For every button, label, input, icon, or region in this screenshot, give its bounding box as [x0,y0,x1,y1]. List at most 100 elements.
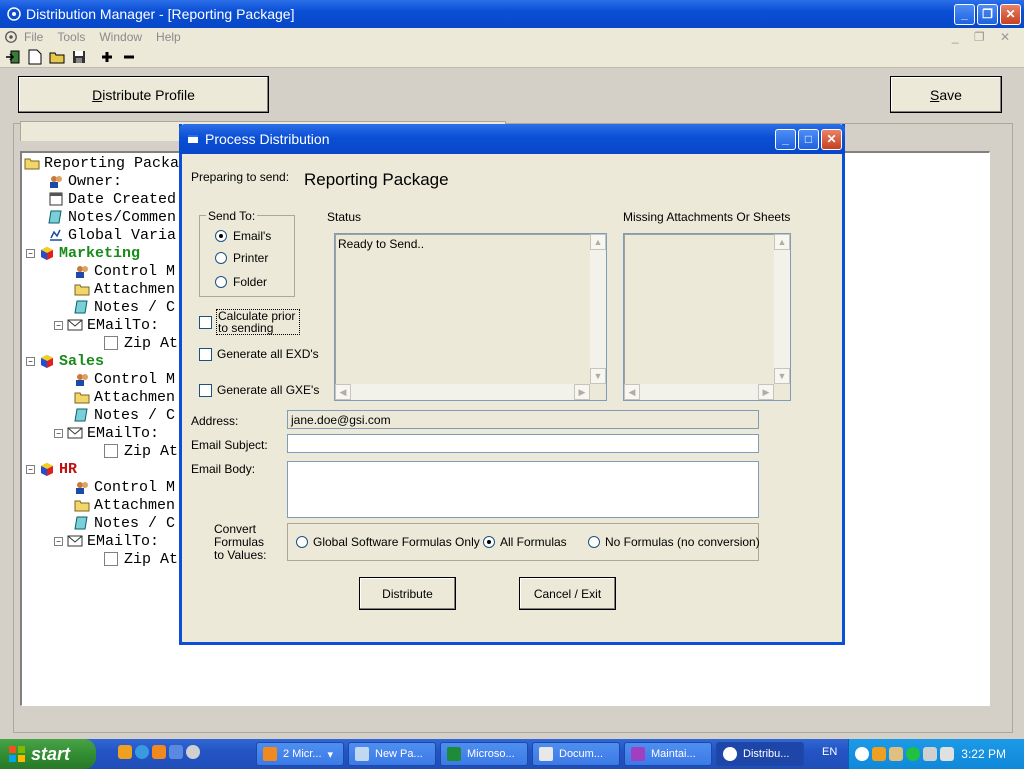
tray-icon[interactable] [872,747,886,761]
language-indicator[interactable]: EN [822,746,837,758]
gen-gxe-checkbox[interactable] [199,383,212,397]
scroll-up-icon[interactable]: ▲ [590,234,606,250]
dialog-close-button[interactable]: ✕ [821,128,842,150]
taskbar-item[interactable]: New Pa... [348,742,436,766]
zip-checkbox[interactable] [104,552,118,566]
open-folder-icon[interactable] [46,47,68,67]
minus-icon[interactable] [118,47,140,67]
radio-all-formulas[interactable] [483,536,495,548]
tree-notes[interactable]: Notes/Commen [48,208,176,226]
gen-exd-checkbox[interactable] [199,347,212,361]
tree-global-vars[interactable]: Global Varia [48,226,176,244]
tree-zip[interactable]: Zip At [104,442,178,460]
status-vscroll[interactable]: ▲ ▼ [590,234,606,384]
radio-printer[interactable] [215,252,227,264]
profile-tree[interactable]: Reporting Packa Owner: Date Created Note… [22,154,182,574]
media-icon[interactable] [186,745,200,759]
radio-global-formulas[interactable] [296,536,308,548]
tree-control[interactable]: Control M [74,370,175,388]
tree-date-created[interactable]: Date Created [48,190,176,208]
tree-group-notes[interactable]: Notes / C [74,298,175,316]
send-folder-option[interactable]: Folder [215,275,267,289]
scroll-right-icon[interactable]: ▶ [758,384,774,400]
collapse-toggle[interactable]: − [54,428,63,438]
close-button[interactable]: ✕ [1000,3,1021,25]
mdi-window-controls[interactable]: _ ❐ ✕ [952,30,1016,44]
tree-group-hr[interactable]: − HR [26,460,77,478]
tree-attachments[interactable]: Attachmen [74,496,175,514]
address-field[interactable]: jane.doe@gsi.com [287,410,759,429]
plus-icon[interactable] [96,47,118,67]
calc-prior-option[interactable]: Calculate prior to sending [199,309,300,335]
formula-global-option[interactable]: Global Software Formulas Only [296,535,480,549]
formula-all-option[interactable]: All Formulas [483,535,567,549]
quick-launch-icon[interactable] [152,745,166,759]
save-button[interactable]: Save [890,76,1002,113]
collapse-toggle[interactable]: − [54,320,63,330]
tray-icon[interactable] [940,747,954,761]
tree-group-notes[interactable]: Notes / C [74,406,175,424]
taskbar-item[interactable]: Maintai... [624,742,712,766]
menu-tools[interactable]: Tools [57,30,85,44]
start-button[interactable]: start [0,739,96,769]
email-body-field[interactable] [287,461,759,518]
tree-owner[interactable]: Owner: [48,172,122,190]
formula-none-option[interactable]: No Formulas (no conversion) [588,535,760,549]
tree-zip[interactable]: Zip At [104,334,178,352]
send-email-option[interactable]: Email's [215,229,271,243]
tree-control[interactable]: Control M [74,478,175,496]
scroll-down-icon[interactable]: ▼ [590,368,606,384]
collapse-toggle[interactable]: − [54,536,63,546]
taskbar-item[interactable]: Docum... [532,742,620,766]
tree-control[interactable]: Control M [74,262,175,280]
send-printer-option[interactable]: Printer [215,251,268,265]
window-title-bar[interactable]: Distribution Manager - [Reporting Packag… [0,0,1024,28]
radio-folder[interactable] [215,276,227,288]
calc-prior-checkbox[interactable] [199,315,212,329]
missing-vscroll[interactable]: ▲ ▼ [774,234,790,384]
quick-launch-icon[interactable] [118,745,132,759]
ie-icon[interactable] [135,745,149,759]
dialog-maximize-button[interactable]: □ [798,128,819,150]
menu-window[interactable]: Window [99,30,142,44]
scroll-left-icon[interactable]: ◀ [624,384,640,400]
tree-emailto[interactable]: − EMailTo: [54,532,159,550]
zip-checkbox[interactable] [104,336,118,350]
scroll-up-icon[interactable]: ▲ [774,234,790,250]
tree-group-notes[interactable]: Notes / C [74,514,175,532]
gen-exd-option[interactable]: Generate all EXD's [199,347,319,361]
tree-root[interactable]: Reporting Packa [24,154,179,172]
tree-attachments[interactable]: Attachmen [74,388,175,406]
tray-icon[interactable] [906,747,920,761]
missing-hscroll[interactable]: ◀ ▶ [624,384,774,400]
zip-checkbox[interactable] [104,444,118,458]
tree-attachments[interactable]: Attachmen [74,280,175,298]
tree-group-marketing[interactable]: − Marketing [26,244,140,262]
dialog-minimize-button[interactable]: _ [775,128,796,150]
dialog-title-bar[interactable]: Process Distribution _ □ ✕ [179,124,845,154]
quick-launch-icon[interactable] [169,745,183,759]
status-hscroll[interactable]: ◀ ▶ [335,384,590,400]
taskbar-item-active[interactable]: Distribu... [716,742,804,766]
radio-email[interactable] [215,230,227,242]
gen-gxe-option[interactable]: Generate all GXE's [199,383,319,397]
tray-icon[interactable] [889,747,903,761]
tray-icon[interactable] [923,747,937,761]
scroll-left-icon[interactable]: ◀ [335,384,351,400]
cancel-exit-button[interactable]: Cancel / Exit [519,577,616,610]
scroll-down-icon[interactable]: ▼ [774,368,790,384]
distribute-button[interactable]: Distribute [359,577,456,610]
collapse-toggle[interactable]: − [26,464,35,474]
tree-zip[interactable]: Zip At [104,550,178,568]
collapse-toggle[interactable]: − [26,248,35,258]
menu-file[interactable]: File [24,30,43,44]
status-list[interactable]: Ready to Send.. ▲ ▼ ◀ ▶ [334,233,607,401]
tree-emailto[interactable]: − EMailTo: [54,316,159,334]
taskbar-item[interactable]: Microso... [440,742,528,766]
tree-group-sales[interactable]: − Sales [26,352,104,370]
collapse-toggle[interactable]: − [26,356,35,366]
missing-list[interactable]: ▲ ▼ ◀ ▶ [623,233,791,401]
save-disk-icon[interactable] [68,47,90,67]
email-subject-field[interactable] [287,434,759,453]
mdi-app-icon[interactable] [4,30,18,44]
